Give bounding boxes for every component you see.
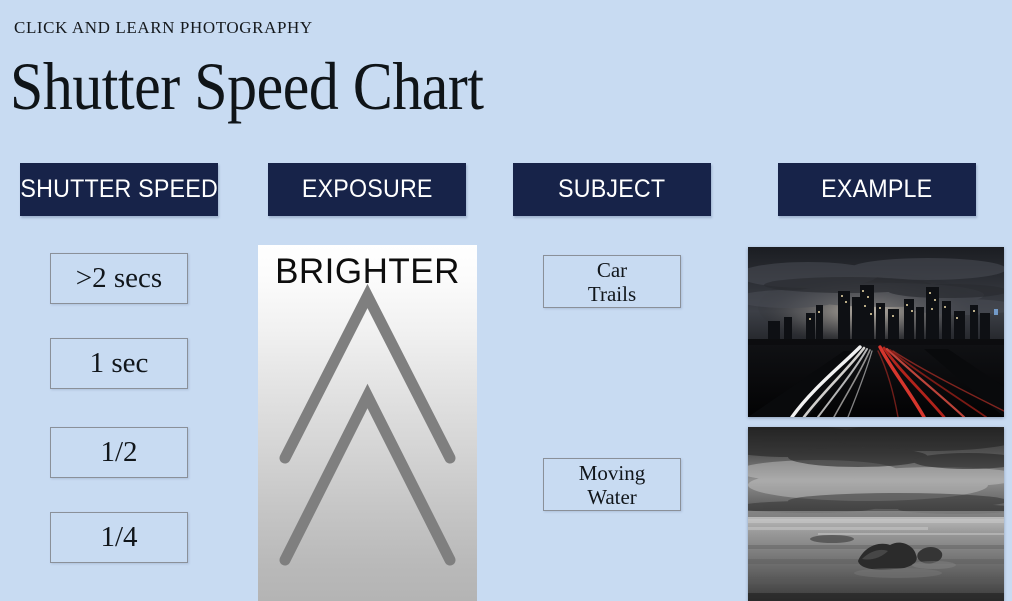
double-chevron-up-icon bbox=[279, 283, 456, 566]
subject-line-1: Moving bbox=[578, 460, 646, 485]
shutter-speed-value: >2 secs bbox=[75, 262, 163, 294]
column-header-label: SUBJECT bbox=[558, 175, 666, 203]
column-header-example: EXAMPLE bbox=[778, 163, 976, 216]
subject-line-2: Water bbox=[587, 484, 637, 509]
column-header-shutter-speed: SHUTTER SPEED bbox=[20, 163, 218, 216]
shutter-speed-value: 1 sec bbox=[89, 347, 149, 379]
subject-line-1: Car bbox=[596, 257, 628, 282]
column-header-label: EXPOSURE bbox=[301, 175, 433, 203]
shutter-speed-box: >2 secs bbox=[50, 253, 188, 304]
night-city-light-trails-illustration bbox=[748, 247, 1004, 417]
shutter-speed-box: 1 sec bbox=[50, 338, 188, 389]
column-header-exposure: EXPOSURE bbox=[268, 163, 466, 216]
example-photo-moving-water bbox=[748, 427, 1004, 601]
subject-box: Moving Water bbox=[543, 458, 681, 511]
long-exposure-seascape-illustration bbox=[748, 427, 1004, 601]
subject-box: Car Trails bbox=[543, 255, 681, 308]
shutter-speed-value: 1/2 bbox=[100, 436, 138, 468]
shutter-speed-box: 1/4 bbox=[50, 512, 188, 563]
page-title: Shutter Speed Chart bbox=[10, 48, 484, 124]
subject-line-2: Trails bbox=[587, 281, 637, 306]
example-photo-car-trails bbox=[748, 247, 1004, 417]
column-header-subject: SUBJECT bbox=[513, 163, 711, 216]
exposure-gradient-panel: BRIGHTER bbox=[258, 245, 477, 601]
column-header-label: SHUTTER SPEED bbox=[20, 175, 218, 203]
kicker-text: CLICK AND LEARN PHOTOGRAPHY bbox=[14, 18, 313, 37]
shutter-speed-value: 1/4 bbox=[100, 521, 138, 553]
column-header-label: EXAMPLE bbox=[821, 175, 933, 203]
shutter-speed-box: 1/2 bbox=[50, 427, 188, 478]
